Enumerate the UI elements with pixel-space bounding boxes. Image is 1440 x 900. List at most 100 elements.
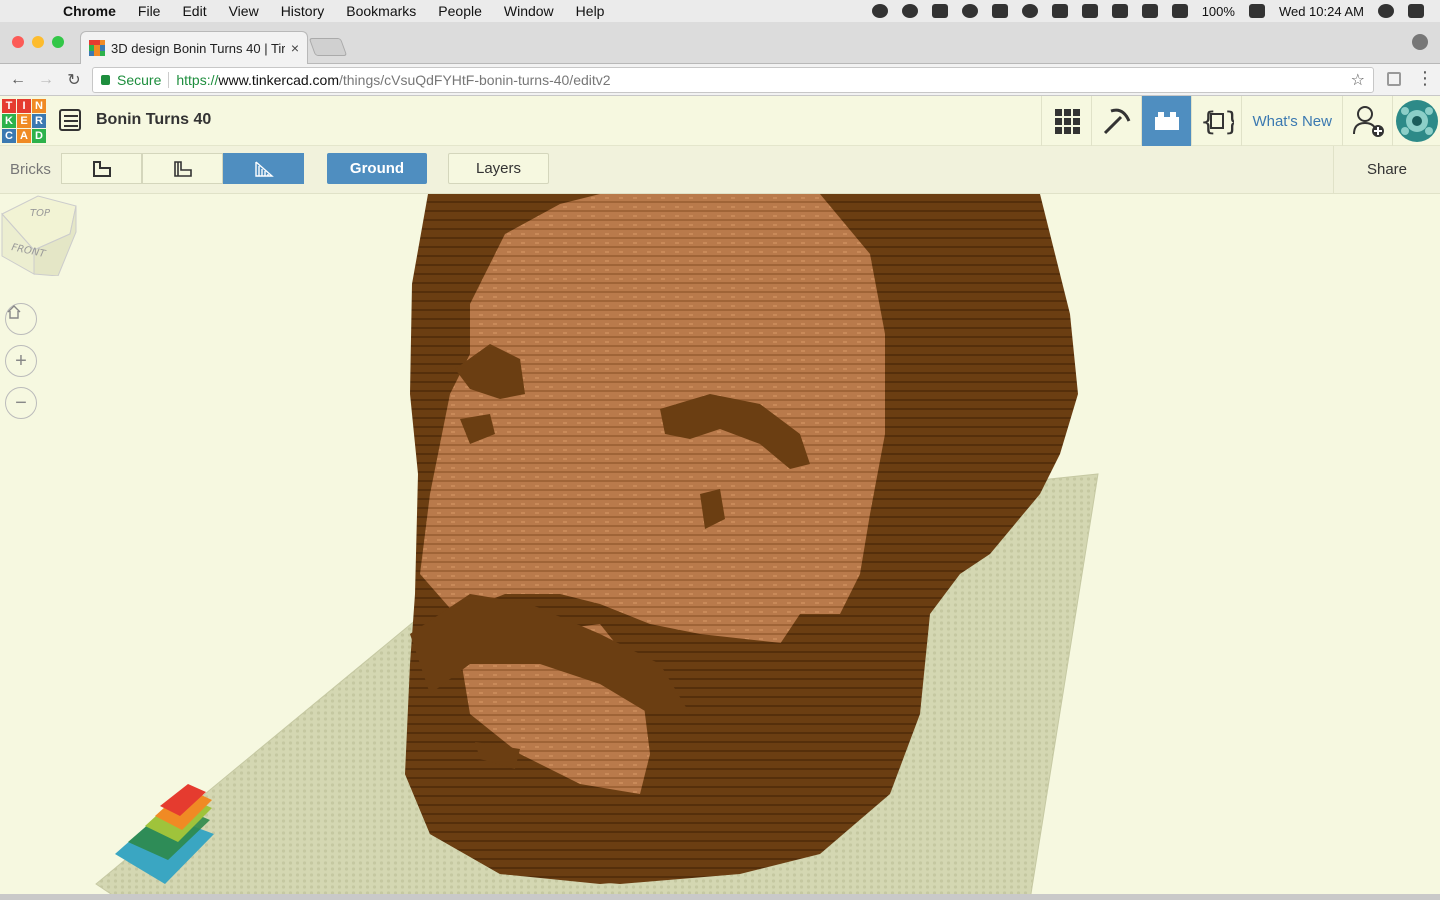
minimize-window-button[interactable] <box>32 36 44 48</box>
status-icon-3[interactable] <box>961 4 978 18</box>
svg-text:}: } <box>1224 107 1234 136</box>
extension-icon[interactable] <box>1387 72 1401 86</box>
lock-icon <box>101 75 110 85</box>
logo-letter: K <box>2 114 16 128</box>
minus-icon: − <box>15 391 27 414</box>
url-path: /things/cVsuQdFYHtF-bonin-turns-40/editv… <box>338 72 611 88</box>
layers-button[interactable]: Layers <box>448 153 549 184</box>
creative-cloud-icon[interactable] <box>931 4 948 18</box>
airplay-icon[interactable] <box>1141 4 1158 18</box>
logo-letter: T <box>2 99 16 113</box>
tab-title: 3D design Bonin Turns 40 | Tir <box>111 40 285 56</box>
brick-scene[interactable] <box>0 194 1440 900</box>
svg-text:{: { <box>1200 107 1217 136</box>
logo-letter: R <box>32 114 46 128</box>
bookmark-star-icon[interactable]: ☆ <box>1351 70 1365 90</box>
logo-letter: E <box>17 114 31 128</box>
header-actions: { } What's New <box>1041 96 1440 146</box>
volume-icon[interactable] <box>1171 4 1188 18</box>
zoom-window-button[interactable] <box>52 36 64 48</box>
new-tab-button[interactable] <box>308 38 348 56</box>
bluetooth-icon[interactable] <box>1051 4 1068 18</box>
url-host: www.tinkercad.com <box>218 72 339 88</box>
chrome-menu-icon[interactable]: ⋮ <box>1416 68 1434 89</box>
brick-shape-1-icon <box>92 160 111 177</box>
design-title[interactable]: Bonin Turns 40 <box>96 111 211 129</box>
user-avatar-button[interactable] <box>1392 96 1440 146</box>
close-window-button[interactable] <box>12 36 24 48</box>
zoom-in-button[interactable]: + <box>5 345 37 377</box>
brick-view-button[interactable] <box>1141 96 1192 146</box>
address-bar[interactable]: Secure https://www.tinkercad.com/things/… <box>92 67 1374 93</box>
brick-shape-2-icon <box>173 160 192 177</box>
brick-shape-3-icon <box>254 160 274 177</box>
code-blocks-icon: { } <box>1200 107 1234 136</box>
design-list-icon[interactable] <box>59 109 81 131</box>
pickaxe-icon <box>1103 108 1131 135</box>
plus-icon: + <box>15 349 27 372</box>
status-icon-2[interactable] <box>901 4 918 18</box>
background-window-strip <box>0 894 1440 900</box>
menu-people[interactable]: People <box>427 3 493 19</box>
browser-tab[interactable]: 3D design Bonin Turns 40 | Tir × <box>80 31 308 64</box>
code-blocks-button[interactable]: { } <box>1191 96 1241 146</box>
menu-chrome[interactable]: Chrome <box>52 3 127 19</box>
menu-bookmarks[interactable]: Bookmarks <box>335 3 427 19</box>
avatar <box>1395 100 1438 142</box>
brick-mode-button-1[interactable] <box>61 153 142 184</box>
3d-viewport[interactable]: TOP FRONT + − <box>0 194 1440 900</box>
home-icon <box>7 305 21 319</box>
tinkercad-favicon <box>89 40 105 56</box>
brick-mode-button-2[interactable] <box>142 153 223 184</box>
whats-new-link[interactable]: What's New <box>1241 96 1342 146</box>
browser-toolbar: ← → ↻ Secure https://www.tinkercad.com/t… <box>0 64 1440 96</box>
profile-icon[interactable] <box>1412 34 1428 50</box>
menu-history[interactable]: History <box>270 3 336 19</box>
battery-percent: 100% <box>1201 3 1235 19</box>
menu-window[interactable]: Window <box>493 3 565 19</box>
status-icon-1[interactable] <box>871 4 888 18</box>
menu-file[interactable]: File <box>127 3 172 19</box>
tinkercad-logo[interactable]: T I N K E R C A D <box>2 99 46 143</box>
view-cube[interactable]: TOP FRONT <box>0 194 78 276</box>
grid-icon <box>1054 109 1080 134</box>
time-machine-icon[interactable] <box>1021 4 1038 18</box>
tab-close-icon[interactable]: × <box>291 40 299 56</box>
brick-icon <box>1154 112 1179 130</box>
viewcube-top-label: TOP <box>30 208 51 219</box>
url-scheme: https:// <box>176 72 219 88</box>
reload-icon[interactable]: ↻ <box>60 70 88 90</box>
menu-help[interactable]: Help <box>565 3 616 19</box>
menu-edit[interactable]: Edit <box>171 3 217 19</box>
notification-center-icon[interactable] <box>1408 4 1424 18</box>
secure-label: Secure <box>117 72 162 88</box>
logo-letter: C <box>2 129 16 143</box>
menu-view[interactable]: View <box>218 3 270 19</box>
logo-letter: D <box>32 129 46 143</box>
tab-strip: 3D design Bonin Turns 40 | Tir × <box>0 22 1440 64</box>
minecraft-view-button[interactable] <box>1091 96 1141 146</box>
keyboard-icon[interactable] <box>1081 4 1098 18</box>
status-icon-4[interactable] <box>991 4 1008 18</box>
bricks-label: Bricks <box>10 161 51 178</box>
back-icon[interactable]: ← <box>4 71 32 89</box>
zoom-out-button[interactable]: − <box>5 387 37 419</box>
battery-icon[interactable] <box>1248 4 1265 18</box>
omnibox-separator <box>168 72 170 88</box>
brick-mode-button-3[interactable] <box>223 153 304 184</box>
clock[interactable]: Wed 10:24 AM <box>1279 4 1364 19</box>
ground-button[interactable]: Ground <box>327 153 427 184</box>
share-button[interactable]: Share <box>1333 146 1440 193</box>
invite-user-button[interactable] <box>1342 96 1392 146</box>
logo-letter: A <box>17 129 31 143</box>
brick-toolbar: Bricks Ground Layers Share <box>0 146 1440 194</box>
spotlight-icon[interactable] <box>1378 4 1394 18</box>
design-view-button[interactable] <box>1041 96 1091 146</box>
wifi-icon[interactable] <box>1111 4 1128 18</box>
tinkercad-header: T I N K E R C A D Bonin Turns 40 {What'… <box>0 96 1440 146</box>
add-user-icon <box>1352 106 1384 137</box>
forward-icon[interactable]: → <box>32 71 60 89</box>
macos-menubar: Chrome File Edit View History Bookmarks … <box>0 0 1440 22</box>
home-view-button[interactable] <box>5 303 37 335</box>
logo-letter: I <box>17 99 31 113</box>
